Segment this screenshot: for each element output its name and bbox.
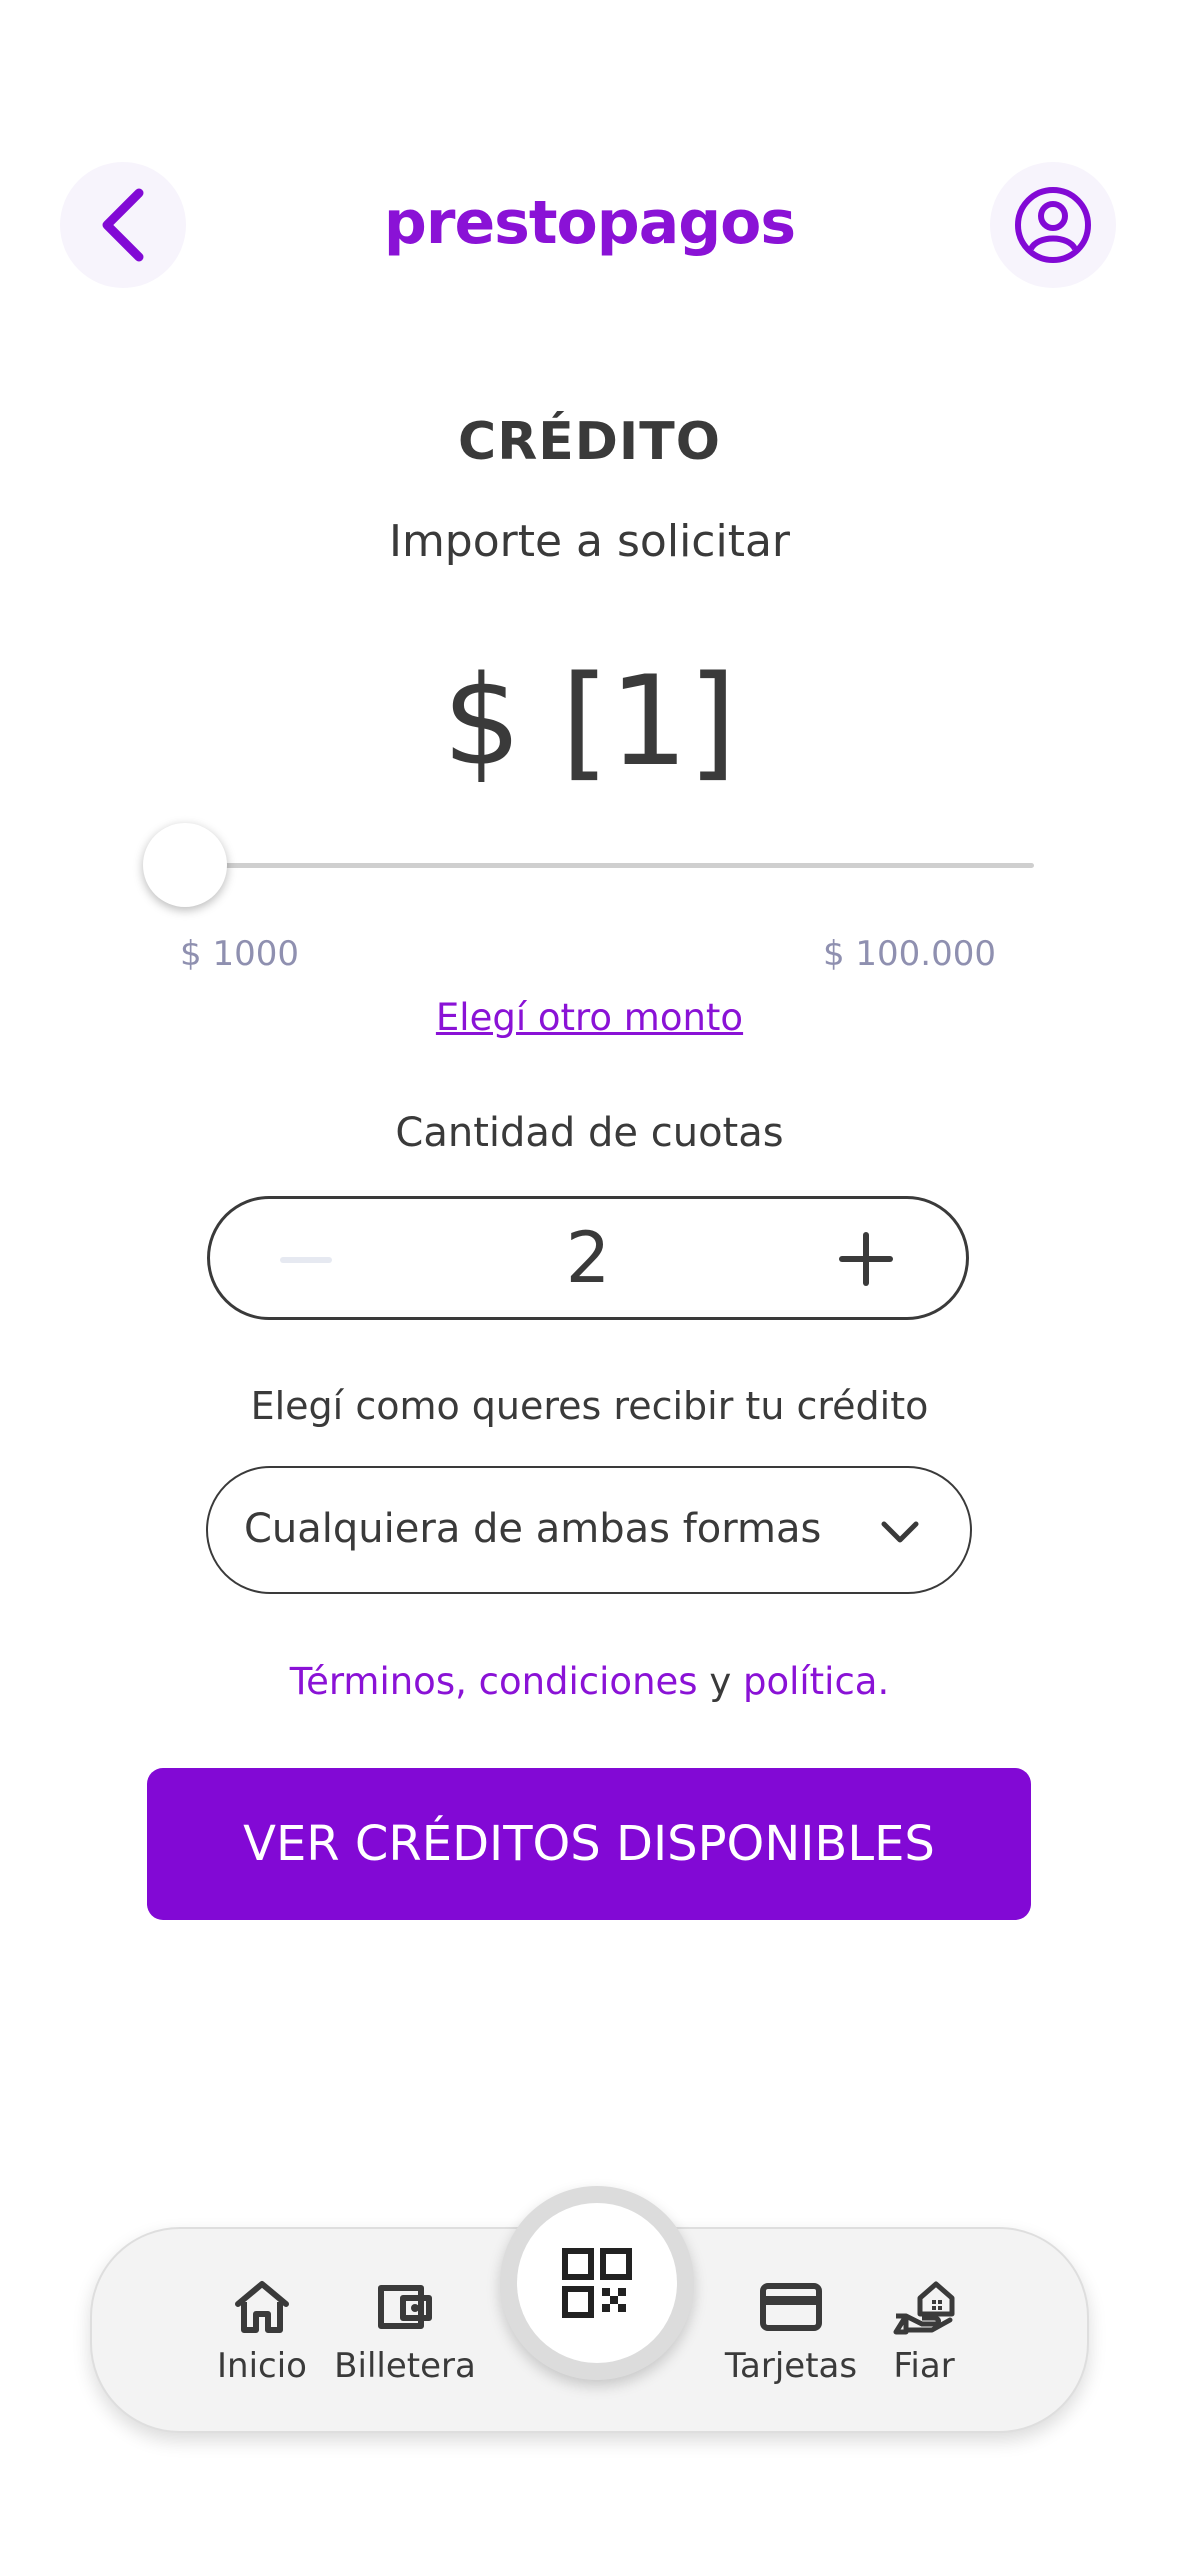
nav-label-fiar: Fiar xyxy=(893,2346,955,2386)
logo-text-presto: presto xyxy=(383,188,598,258)
amount-slider-thumb[interactable] xyxy=(143,823,227,907)
increment-button[interactable] xyxy=(836,1229,896,1289)
nav-label-inicio: Inicio xyxy=(217,2346,307,2386)
cuotas-stepper: 2 xyxy=(207,1196,969,1320)
wallet-icon xyxy=(378,2285,432,2329)
terms-connector: y xyxy=(697,1660,743,1703)
amount-value: $ [1] xyxy=(442,650,737,794)
nav-item-tarjetas[interactable]: Tarjetas xyxy=(716,2276,866,2386)
see-credits-button[interactable]: VER CRÉDITOS DISPONIBLES xyxy=(147,1768,1031,1920)
home-icon xyxy=(235,2281,289,2333)
nav-item-billetera[interactable]: Billetera xyxy=(330,2276,480,2386)
nav-item-fiar[interactable]: Fiar xyxy=(874,2276,974,2386)
qr-button[interactable] xyxy=(517,2203,677,2363)
slider-max-label: $ 100.000 xyxy=(822,934,996,974)
other-amount-link[interactable]: Elegí otro monto xyxy=(0,996,1179,1039)
terms-link[interactable]: Términos, condiciones xyxy=(290,1660,698,1703)
credit-card-icon xyxy=(760,2283,822,2331)
receive-method-select[interactable]: Cualquiera de ambas formas xyxy=(206,1466,972,1594)
cuotas-label: Cantidad de cuotas xyxy=(395,1110,784,1156)
policy-link[interactable]: política. xyxy=(743,1660,889,1703)
hand-house-icon xyxy=(893,2281,955,2335)
profile-button[interactable] xyxy=(990,162,1116,288)
nav-label-tarjetas: Tarjetas xyxy=(724,2346,858,2386)
amount-slider-track[interactable] xyxy=(184,863,1034,868)
chevron-down-icon xyxy=(881,1521,919,1543)
nav-label-billetera: Billetera xyxy=(334,2346,476,2386)
user-circle-icon xyxy=(1015,187,1091,263)
amount-subtitle: Importe a solicitar xyxy=(388,516,791,567)
qr-code-icon xyxy=(562,2248,632,2318)
receive-method-value: Cualquiera de ambas formas xyxy=(244,1506,822,1552)
slider-min-label: $ 1000 xyxy=(180,934,299,974)
receive-method-label: Elegí como queres recibir tu crédito xyxy=(250,1384,929,1428)
nav-item-inicio[interactable]: Inicio xyxy=(210,2276,314,2386)
logo-text-pagos: pagos xyxy=(596,188,796,258)
page-title: CRÉDITO xyxy=(458,412,721,472)
terms-text: Términos, condiciones y política. xyxy=(0,1660,1179,1703)
